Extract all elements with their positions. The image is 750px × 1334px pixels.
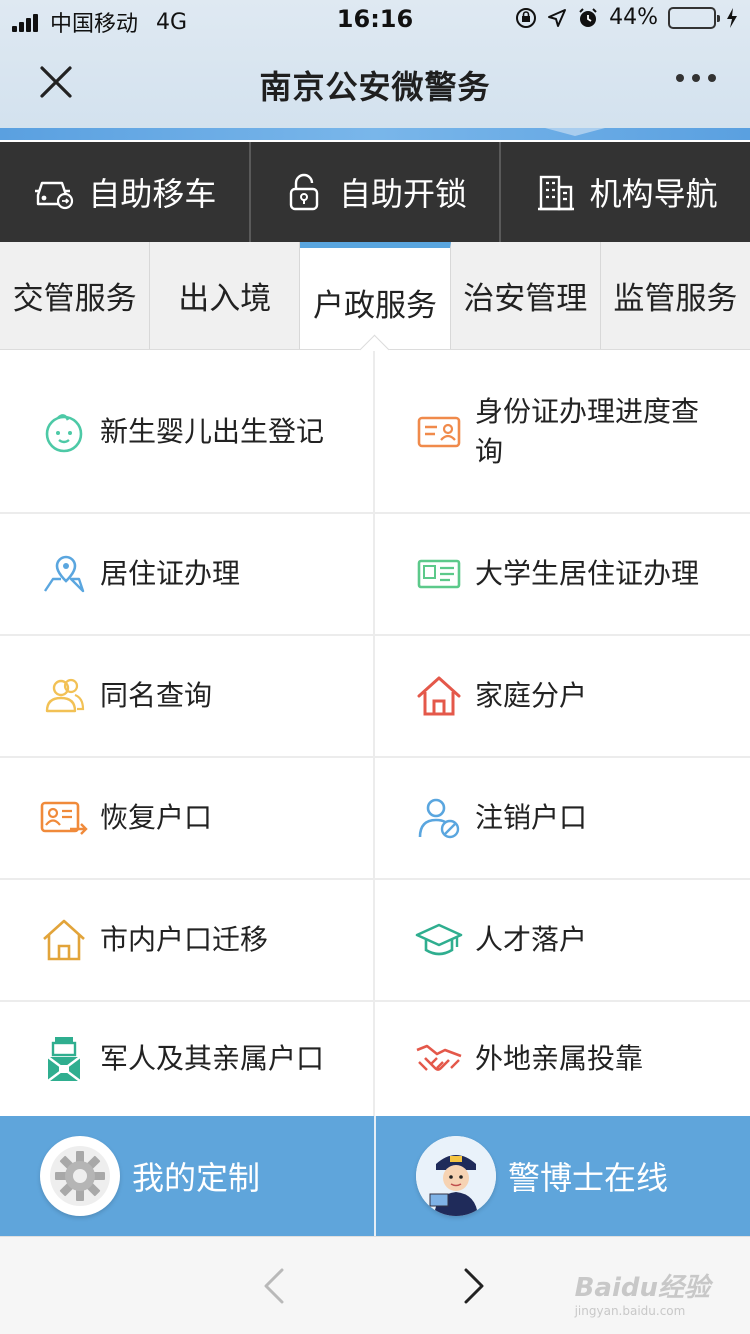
student-card-icon bbox=[415, 550, 463, 598]
police-doctor-online-button[interactable]: 警博士在线 bbox=[376, 1116, 750, 1236]
home-outline-icon bbox=[40, 916, 88, 964]
police-avatar-icon bbox=[416, 1136, 496, 1216]
service-restore-hukou[interactable]: 恢复户口 bbox=[0, 758, 375, 880]
quick-action-bar: 自助移车 自助开锁 机构导航 bbox=[0, 142, 750, 242]
soldier-icon bbox=[40, 1035, 88, 1083]
id-restore-icon bbox=[40, 794, 88, 842]
service-newborn-registration[interactable]: 新生婴儿出生登记 bbox=[0, 351, 375, 514]
tab-public-security[interactable]: 治安管理 bbox=[451, 242, 601, 349]
service-label: 军人及其亲属户口 bbox=[100, 1042, 325, 1075]
back-arrow-icon[interactable] bbox=[262, 1267, 286, 1305]
battery-percent: 44% bbox=[609, 5, 658, 30]
my-customization-label: 我的定制 bbox=[132, 1159, 261, 1197]
gear-icon bbox=[40, 1136, 120, 1216]
tab-traffic-services[interactable]: 交管服务 bbox=[0, 242, 151, 349]
tab-supervision-services[interactable]: 监管服务 bbox=[601, 242, 750, 349]
service-label: 家庭分户 bbox=[475, 679, 588, 712]
bottom-action-buttons: 我的定制 警博士在线 bbox=[0, 1116, 750, 1236]
service-label: 人才落户 bbox=[475, 923, 588, 956]
service-relatives-join[interactable]: 外地亲属投靠 bbox=[375, 1002, 750, 1116]
service-household-split[interactable]: 家庭分户 bbox=[375, 636, 750, 758]
service-label: 注销户口 bbox=[475, 801, 588, 834]
service-grid: 新生婴儿出生登记 身份证办理进度查询 居住证办理 大学生居住证办理 同名查询 家… bbox=[0, 351, 750, 1116]
id-card-icon bbox=[415, 408, 463, 456]
service-talent-settlement[interactable]: 人才落户 bbox=[375, 880, 750, 1002]
quick-action-org-nav[interactable]: 机构导航 bbox=[501, 142, 750, 242]
status-bar: 中国移动 4G 16:16 44% bbox=[0, 0, 750, 40]
battery-icon bbox=[668, 6, 720, 29]
service-residence-permit[interactable]: 居住证办理 bbox=[0, 514, 375, 636]
more-options-icon[interactable] bbox=[676, 74, 716, 82]
service-label: 恢复户口 bbox=[100, 801, 213, 834]
service-label: 市内户口迁移 bbox=[100, 923, 269, 956]
map-pin-icon bbox=[40, 550, 88, 598]
graduation-cap-icon bbox=[415, 916, 463, 964]
header-accent-strip bbox=[0, 128, 750, 140]
page-title: 南京公安微警务 bbox=[259, 68, 491, 106]
quick-action-move-car[interactable]: 自助移车 bbox=[0, 142, 251, 242]
alarm-icon bbox=[579, 7, 597, 27]
service-label: 居住证办理 bbox=[100, 557, 241, 590]
browser-toolbar: Baidu经验 jingyan.baidu.com bbox=[0, 1236, 750, 1334]
header-background: 中国移动 4G 16:16 44% 南京公安微警务 bbox=[0, 0, 750, 140]
service-cancel-hukou[interactable]: 注销户口 bbox=[375, 758, 750, 880]
building-icon bbox=[537, 175, 574, 211]
service-student-residence-permit[interactable]: 大学生居住证办理 bbox=[375, 514, 750, 636]
quick-action-label: 自助移车 bbox=[88, 175, 217, 213]
watermark-url: jingyan.baidu.com bbox=[574, 1304, 686, 1318]
service-same-name-query[interactable]: 同名查询 bbox=[0, 636, 375, 758]
people-icon bbox=[40, 672, 88, 720]
my-customization-button[interactable]: 我的定制 bbox=[0, 1116, 376, 1236]
service-label: 大学生居住证办理 bbox=[475, 557, 700, 590]
navigation-bar: 南京公安微警务 bbox=[0, 40, 750, 130]
location-icon bbox=[548, 8, 567, 27]
service-id-card-progress[interactable]: 身份证办理进度查询 bbox=[375, 351, 750, 514]
lock-icon bbox=[289, 173, 319, 211]
service-label: 身份证办理进度查询 bbox=[475, 394, 700, 468]
handshake-icon bbox=[415, 1035, 463, 1083]
service-label: 同名查询 bbox=[100, 679, 213, 712]
quick-action-unlock[interactable]: 自助开锁 bbox=[251, 142, 502, 242]
watermark: Baidu经验 jingyan.baidu.com bbox=[575, 1267, 710, 1318]
service-label: 新生婴儿出生登记 bbox=[100, 414, 325, 448]
service-label: 外地亲属投靠 bbox=[475, 1042, 644, 1075]
charging-icon bbox=[727, 7, 737, 28]
police-doctor-online-label: 警博士在线 bbox=[508, 1159, 669, 1197]
house-icon bbox=[415, 672, 463, 720]
tab-entry-exit[interactable]: 出入境 bbox=[150, 242, 301, 349]
car-icon bbox=[35, 181, 74, 210]
quick-action-label: 机构导航 bbox=[589, 175, 718, 213]
service-city-hukou-transfer[interactable]: 市内户口迁移 bbox=[0, 880, 375, 1002]
user-cancel-icon bbox=[415, 794, 463, 842]
quick-action-label: 自助开锁 bbox=[339, 175, 468, 213]
baby-icon bbox=[40, 408, 88, 456]
category-tabs: 交管服务 出入境 户政服务 治安管理 监管服务 bbox=[0, 242, 750, 350]
watermark-brand: Baidu经验 bbox=[574, 1273, 710, 1303]
tab-household-services[interactable]: 户政服务 bbox=[300, 242, 451, 349]
service-military-family-hukou[interactable]: 军人及其亲属户口 bbox=[0, 1002, 375, 1116]
forward-arrow-icon[interactable] bbox=[462, 1267, 486, 1305]
rotation-lock-icon bbox=[516, 7, 537, 28]
